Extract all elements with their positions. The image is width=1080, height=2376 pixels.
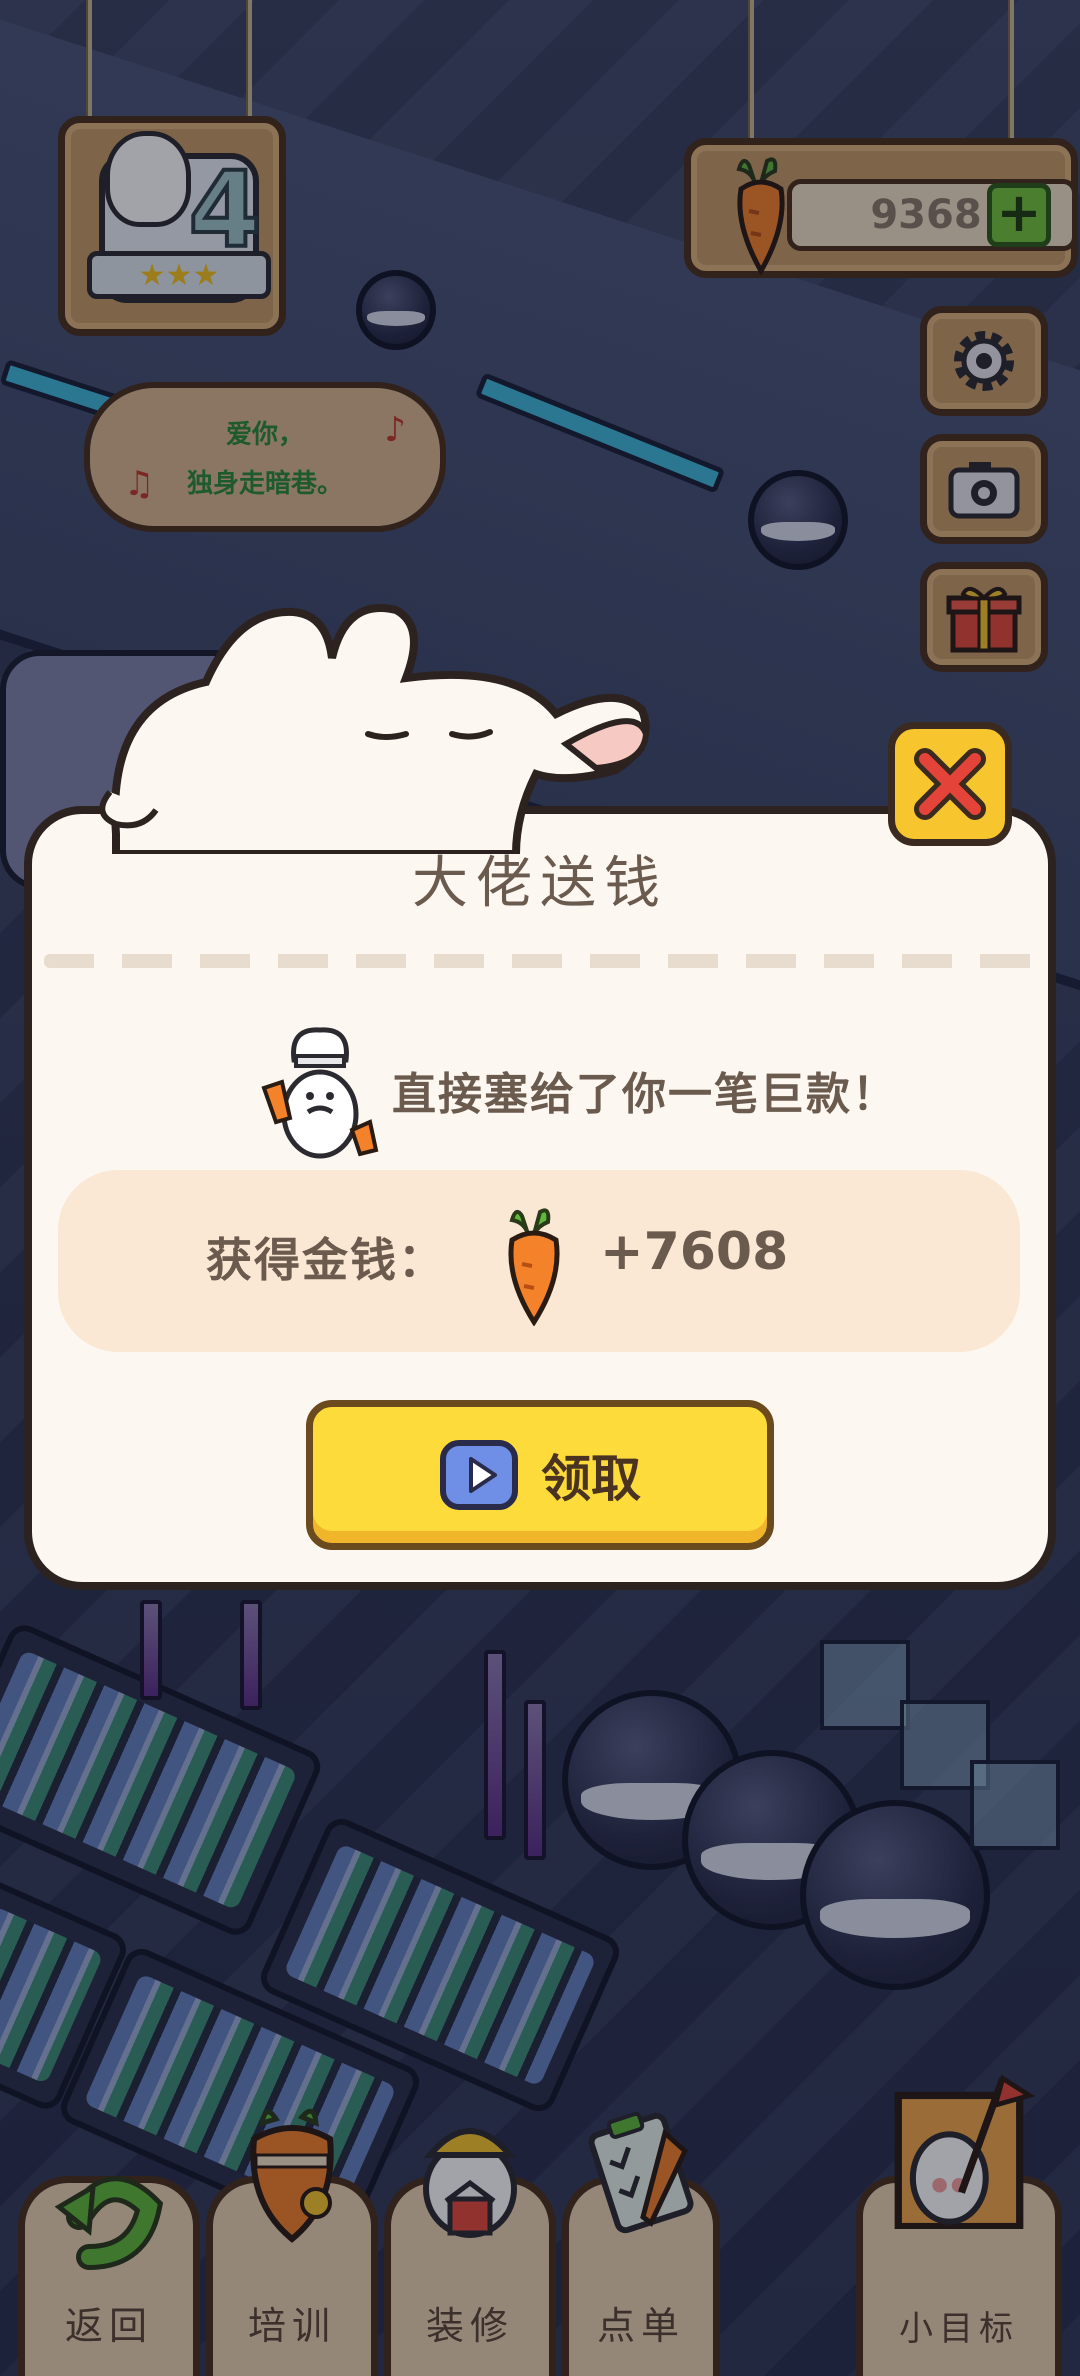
close-button[interactable] [888,722,1012,846]
modal-title: 大佬送钱 [412,851,668,916]
title-divider [44,954,1036,968]
reward-label: 获得金钱： [206,1233,446,1287]
chef-bunny-icon [261,1027,379,1159]
carrot-icon [508,1208,560,1326]
close-icon [914,748,986,820]
reward-amount: +7608 [600,1222,789,1282]
gift-message: 直接塞给了你一笔巨款！ [392,1069,898,1120]
claim-label: 领取 [541,1450,641,1508]
gift-message-row: 直接塞给了你一笔巨款！ [260,1020,898,1160]
video-play-icon [440,1440,518,1510]
claim-button[interactable]: 领取 [306,1400,774,1550]
sleeping-rabbit-illustration [99,604,650,854]
